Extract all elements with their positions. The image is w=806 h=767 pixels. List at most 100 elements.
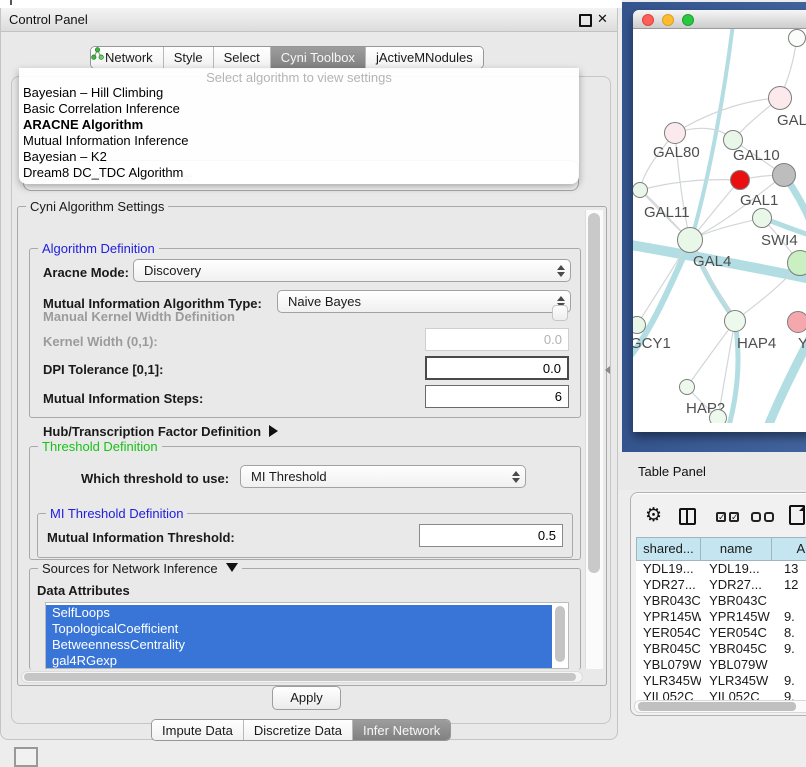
tab-impute-data[interactable]: Impute Data <box>152 720 244 740</box>
algorithm-list-item[interactable]: ARACNE Algorithm <box>19 117 579 133</box>
graph-node[interactable] <box>772 163 796 187</box>
algorithm-list: Bayesian – Hill Climbing Basic Correlati… <box>19 85 579 181</box>
graph-node-label: Y <box>798 335 806 352</box>
graph-node[interactable] <box>709 409 727 423</box>
network-window-titlebar[interactable] <box>633 10 806 29</box>
top-tick <box>10 0 12 5</box>
table-horizontal-scrollbar[interactable] <box>634 700 806 713</box>
table-row[interactable]: YBL079W YBL079W <box>636 657 806 673</box>
tab-network[interactable]: Network <box>91 47 164 68</box>
table-row[interactable]: YDL19... YDL19... 13 <box>636 561 806 577</box>
panel-title: Control Panel <box>9 12 88 27</box>
network-canvas[interactable]: GALGAL80GAL10GAL1SWI4GAL11GAL4GCY1HAP4YH… <box>633 29 806 423</box>
table-row[interactable]: YBR045C YBR045C 9. <box>636 641 806 657</box>
cell-value: 12 <box>773 577 806 593</box>
graph-node[interactable] <box>724 310 746 332</box>
apply-button[interactable]: Apply <box>272 686 341 710</box>
graph-node-label: SWI4 <box>761 232 798 249</box>
close-icon[interactable]: ✕ <box>597 11 608 27</box>
scrollbar-thumb[interactable] <box>24 673 576 681</box>
attribute-list-item[interactable]: BetweennessCentrality <box>46 637 552 653</box>
attribute-list-item[interactable]: SelfLoops <box>46 605 552 621</box>
aracne-mode-combobox[interactable]: Discovery <box>133 259 571 282</box>
group-title: Cyni Algorithm Settings <box>26 199 168 214</box>
settings-horizontal-scrollbar[interactable] <box>21 671 583 683</box>
table-row[interactable]: YBR043C YBR043C <box>636 593 806 609</box>
algorithm-list-item[interactable]: Bayesian – Hill Climbing <box>19 85 579 101</box>
table-row[interactable]: YPR145W YPR145W 9. <box>636 609 806 625</box>
data-attributes-list[interactable]: SelfLoops TopologicalCoefficient Between… <box>45 602 569 669</box>
tab-discretize-data[interactable]: Discretize Data <box>244 720 353 740</box>
scrollbar-thumb[interactable] <box>588 213 600 573</box>
settings-vertical-scrollbar[interactable] <box>585 210 603 669</box>
mac-minimize-icon[interactable] <box>662 14 674 26</box>
graph-node[interactable] <box>787 250 806 276</box>
manual-kernel-width-checkbox[interactable] <box>552 305 568 321</box>
mi-threshold-label: Mutual Information Threshold: <box>47 530 235 545</box>
column-header[interactable]: A <box>772 537 806 561</box>
graph-node[interactable] <box>752 208 772 228</box>
tab-infer-network[interactable]: Infer Network <box>353 720 450 740</box>
attribute-list-item[interactable]: TopologicalCoefficient <box>46 621 552 637</box>
group-title: MI Threshold Definition <box>46 506 187 521</box>
dpi-tolerance-field[interactable]: 0.0 <box>425 356 569 380</box>
mi-threshold-field[interactable]: 0.5 <box>419 524 563 547</box>
which-threshold-label: Which threshold to use: <box>81 471 229 486</box>
table-row[interactable]: YER054C YER054C 8. <box>636 625 806 641</box>
which-threshold-combobox[interactable]: MI Threshold <box>240 465 526 488</box>
combo-value: Naive Bayes <box>288 294 551 309</box>
graph-node-label: HAP4 <box>737 335 776 352</box>
cell-name: YER054C <box>701 625 773 641</box>
algorithm-list-item[interactable]: Basic Correlation Inference <box>19 101 579 117</box>
control-panel: Control Panel ✕ Network Style Select Cyn… <box>0 8 618 740</box>
algorithm-list-item[interactable]: Dream8 DC_TDC Algorithm <box>19 165 579 181</box>
algorithm-dropdown-popup: Select algorithm to view settings Bayesi… <box>19 68 579 184</box>
bottom-tab-bar: Impute Data Discretize Data Infer Networ… <box>151 719 451 741</box>
hub-definition-toggle[interactable]: Hub/Transcription Factor Definition <box>43 424 278 439</box>
attribute-list-item[interactable]: gal4RGexp <box>46 653 552 669</box>
graph-node[interactable] <box>768 86 792 110</box>
kernel-width-label: Kernel Width (0,1): <box>43 334 158 349</box>
table-row[interactable]: YDR27... YDR27... 12 <box>636 577 806 593</box>
tab-jactivemnodules[interactable]: jActiveMNodules <box>366 47 483 68</box>
cell-shared-name: YER054C <box>636 625 701 641</box>
mac-close-icon[interactable] <box>642 14 654 26</box>
graph-node[interactable] <box>730 170 750 190</box>
float-window-icon[interactable] <box>579 14 592 27</box>
column-header[interactable]: shared... <box>636 537 701 561</box>
tab-cyni-toolbox[interactable]: Cyni Toolbox <box>271 47 366 68</box>
tab-style[interactable]: Style <box>164 47 214 68</box>
tab-select[interactable]: Select <box>214 47 271 68</box>
collapsed-arrow-icon <box>269 425 278 437</box>
scrollbar-thumb[interactable] <box>638 702 796 711</box>
sources-title: Sources for Network Inference <box>42 561 218 576</box>
graph-node[interactable] <box>677 227 703 253</box>
deselect-all-icon[interactable] <box>751 512 774 522</box>
graph-node-label: GCY1 <box>633 335 671 352</box>
algorithm-list-item[interactable]: Mutual Information Inference <box>19 133 579 149</box>
cell-shared-name: YPR145W <box>636 609 701 625</box>
graph-node[interactable] <box>664 122 686 144</box>
panel-collapse-arrow[interactable] <box>605 366 610 374</box>
tab-label: Select <box>224 50 260 65</box>
new-document-icon[interactable] <box>789 505 805 525</box>
table-row[interactable]: YLR345W YLR345W 9. <box>636 673 806 689</box>
list-scrollbar-thumb[interactable] <box>555 606 565 662</box>
cell-name: YDL19... <box>701 561 773 577</box>
cell-value: 13 <box>773 561 806 577</box>
sources-toggle[interactable]: Sources for Network Inference <box>38 561 242 576</box>
split-columns-icon[interactable] <box>679 508 696 525</box>
select-all-icon[interactable]: ✓ ✓ <box>716 512 739 522</box>
graph-node[interactable] <box>787 311 806 333</box>
cell-value: 9. <box>773 641 806 657</box>
minimized-panel-icon[interactable] <box>14 747 38 767</box>
mac-zoom-icon[interactable] <box>682 14 694 26</box>
kernel-width-field[interactable]: 0.0 <box>425 328 569 351</box>
column-header[interactable]: name <box>701 537 773 561</box>
gear-icon[interactable]: ⚙ <box>645 506 662 525</box>
graph-node[interactable] <box>788 29 806 47</box>
algorithm-list-item[interactable]: Bayesian – K2 <box>19 149 579 165</box>
mi-steps-field[interactable]: 6 <box>425 385 569 408</box>
mi-algorithm-type-combobox[interactable]: Naive Bayes <box>277 290 571 313</box>
graph-node[interactable] <box>679 379 695 395</box>
